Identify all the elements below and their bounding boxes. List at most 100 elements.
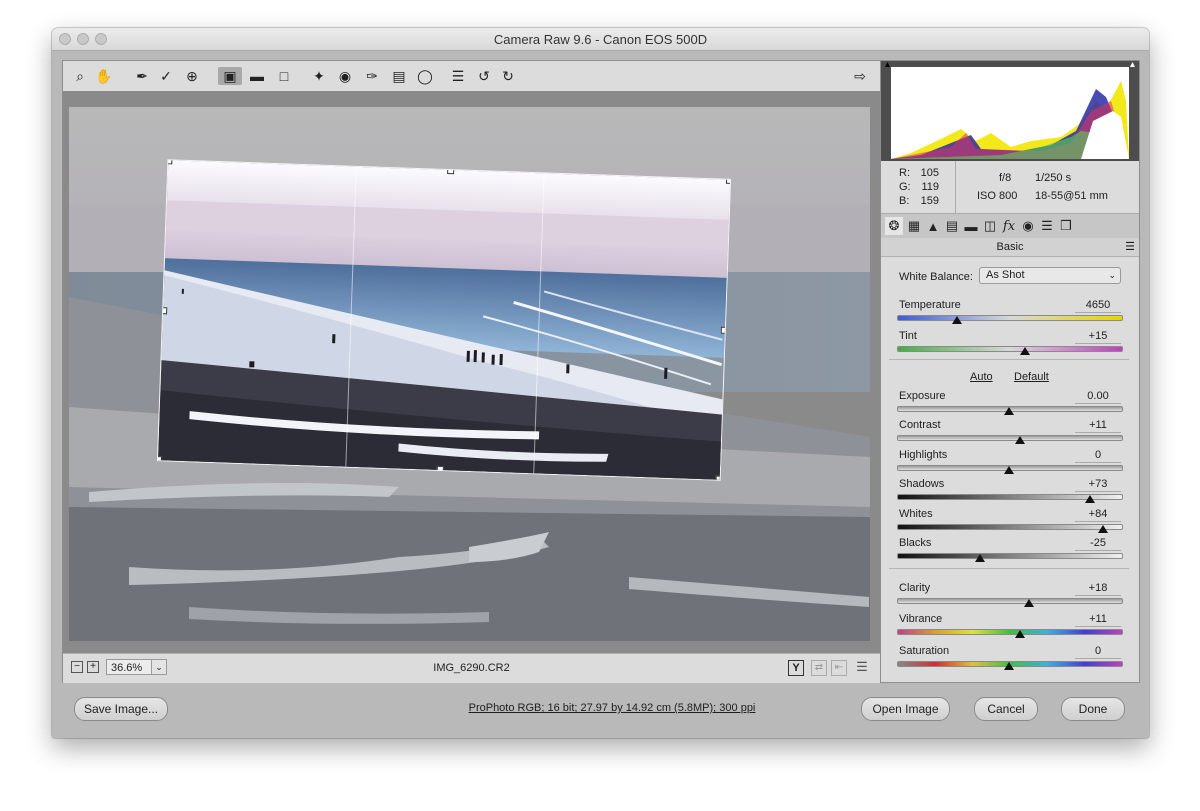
whites-value-field[interactable]: +84 (1075, 508, 1121, 522)
image-preview[interactable] (63, 91, 880, 653)
shadows-slider-thumb[interactable] (1084, 495, 1095, 503)
shadows-value-field[interactable]: +73 (1075, 478, 1121, 492)
preview-pane: ⌕ ✋ ✒ ✓ ⊕ ▣ ▬ □ ✦ ◉ ✑ ▤ ◯ ☰ ↺ ↻ ⇨ − + 36… (62, 60, 881, 683)
fullscreen-icon[interactable]: ⇨ (850, 67, 870, 85)
b-value: 159 (920, 195, 939, 207)
graduated-filter-icon[interactable]: ▤ (389, 67, 409, 85)
camera-calibration-tab-icon[interactable]: ◉ (1019, 217, 1037, 235)
blacks-label: Blacks (899, 537, 932, 549)
targeted-adjustment-icon[interactable]: ⊕ (182, 67, 202, 85)
clarity-label: Clarity (899, 582, 931, 594)
swap-before-after-icon[interactable]: ⇄ (811, 660, 827, 676)
contrast-slider-track[interactable] (897, 435, 1123, 441)
detail-tab-icon[interactable]: ▲ (924, 217, 942, 235)
highlights-label: Highlights (899, 449, 948, 461)
histogram-graph (885, 62, 1135, 159)
r-value: 105 (920, 167, 939, 179)
slider-group-divider (889, 359, 1129, 360)
vibrance-slider-thumb[interactable] (1015, 630, 1026, 638)
cancel-button[interactable]: Cancel (974, 697, 1038, 721)
aperture-value: f/8 (999, 172, 1012, 184)
contrast-value-field[interactable]: +11 (1075, 419, 1121, 433)
default-link[interactable]: Default (1014, 371, 1049, 383)
presets-tab-icon[interactable]: ☰ (1038, 217, 1056, 235)
temperature-slider-thumb[interactable] (952, 316, 963, 324)
vibrance-value-field[interactable]: +11 (1075, 613, 1121, 627)
red-eye-icon[interactable]: ◉ (335, 67, 355, 85)
zoom-icon[interactable]: ⌕ (70, 67, 90, 85)
snapshots-tab-icon[interactable]: ❒ (1057, 217, 1075, 235)
vibrance-label: Vibrance (899, 613, 943, 625)
contrast-slider-thumb[interactable] (1015, 436, 1026, 444)
workflow-options-link[interactable]: ProPhoto RGB; 16 bit; 27.97 by 14.92 cm … (312, 702, 912, 714)
tint-slider-thumb[interactable] (1019, 347, 1030, 355)
radial-filter-icon[interactable]: ◯ (415, 67, 435, 85)
vibrance-slider-track[interactable] (897, 629, 1123, 635)
done-button[interactable]: Done (1061, 697, 1125, 721)
temperature-label: Temperature (899, 299, 961, 311)
exposure-value-field[interactable]: 0.00 (1075, 390, 1121, 404)
whites-label: Whites (899, 508, 933, 520)
clarity-value-field[interactable]: +18 (1075, 582, 1121, 596)
iso-value: ISO 800 (977, 190, 1018, 202)
saturation-slider-thumb[interactable] (1004, 662, 1014, 670)
panel-menu-icon[interactable]: ☰ (1125, 238, 1135, 256)
clarity-slider-thumb[interactable] (1024, 599, 1035, 607)
auto-link[interactable]: Auto (970, 371, 993, 383)
tint-value-field[interactable]: +15 (1075, 330, 1121, 344)
color-sampler-icon[interactable]: ✓ (156, 67, 176, 85)
highlight-clipping-warning-icon[interactable] (1125, 64, 1135, 72)
white-balance-icon[interactable]: ✒ (132, 67, 152, 85)
exposure-label: Exposure (899, 390, 946, 402)
rgb-exif-readout: R: 105 G: 119 B: 159 f/8 1/250 s ISO 800… (881, 161, 1139, 214)
copy-after-to-before-icon[interactable]: ⇤ (831, 660, 847, 676)
basic-tab-aperture-icon[interactable]: ❂ (885, 217, 903, 235)
tint-slider-track[interactable] (897, 346, 1123, 352)
white-balance-value: As Shot (986, 269, 1025, 281)
open-image-button[interactable]: Open Image (861, 697, 950, 721)
tint-label: Tint (899, 330, 917, 342)
hand-icon[interactable]: ✋ (94, 67, 114, 85)
lens-value: 18-55@51 mm (1035, 190, 1108, 202)
before-after-toggle-icon[interactable]: Y (788, 660, 804, 676)
crop-area[interactable] (156, 159, 732, 481)
contrast-label: Contrast (899, 419, 941, 431)
effects-tab-fx-icon[interactable]: fx (1000, 217, 1018, 235)
blacks-slider-thumb[interactable] (974, 554, 985, 562)
blacks-value-field[interactable]: -25 (1075, 537, 1121, 551)
b-label: B: (899, 195, 910, 207)
whites-slider-thumb[interactable] (1098, 525, 1109, 533)
rotate-cw-icon[interactable]: ↻ (498, 67, 518, 85)
title-bar[interactable]: Camera Raw 9.6 - Canon EOS 500D (52, 28, 1149, 51)
preferences-icon[interactable]: ☰ (448, 67, 468, 85)
preview-settings-icon[interactable]: ☰ (853, 660, 871, 676)
shutter-speed-value: 1/250 s (1035, 172, 1072, 184)
save-image-button[interactable]: Save Image... (74, 697, 168, 721)
hsl-tab-icon[interactable]: ▤ (943, 217, 961, 235)
straighten-icon[interactable]: ▬ (247, 67, 267, 85)
transform-icon[interactable]: □ (274, 67, 294, 85)
select-chevron-down-icon: ⌄ (1108, 270, 1116, 280)
crop-photo-image (157, 160, 732, 481)
crop-icon[interactable]: ▣ (218, 67, 242, 85)
highlights-value-field[interactable]: 0 (1075, 449, 1121, 463)
saturation-value-field[interactable]: 0 (1075, 645, 1121, 659)
clarity-slider-track[interactable] (897, 598, 1123, 604)
spot-removal-icon[interactable]: ✦ (309, 67, 329, 85)
split-toning-tab-icon[interactable]: ▬ (962, 217, 980, 235)
temperature-slider-track[interactable] (897, 315, 1123, 321)
adjustment-brush-icon[interactable]: ✑ (362, 67, 382, 85)
whites-slider-track[interactable] (897, 524, 1123, 530)
panel-title: Basic (996, 241, 1024, 253)
temperature-value-field[interactable]: 4650 (1075, 299, 1121, 313)
tone-curve-tab-icon[interactable]: ▦ (905, 217, 923, 235)
rotate-ccw-icon[interactable]: ↺ (474, 67, 494, 85)
filename-label: IMG_6290.CR2 (433, 662, 510, 674)
shadows-label: Shadows (899, 478, 945, 490)
white-balance-select[interactable]: As Shot ⌄ (979, 267, 1121, 284)
blacks-slider-track[interactable] (897, 553, 1123, 559)
shadow-clipping-warning-icon[interactable] (884, 64, 894, 72)
lens-corrections-tab-icon[interactable]: ◫ (981, 217, 999, 235)
exposure-slider-thumb[interactable] (1004, 407, 1014, 415)
highlights-slider-thumb[interactable] (1004, 466, 1014, 474)
